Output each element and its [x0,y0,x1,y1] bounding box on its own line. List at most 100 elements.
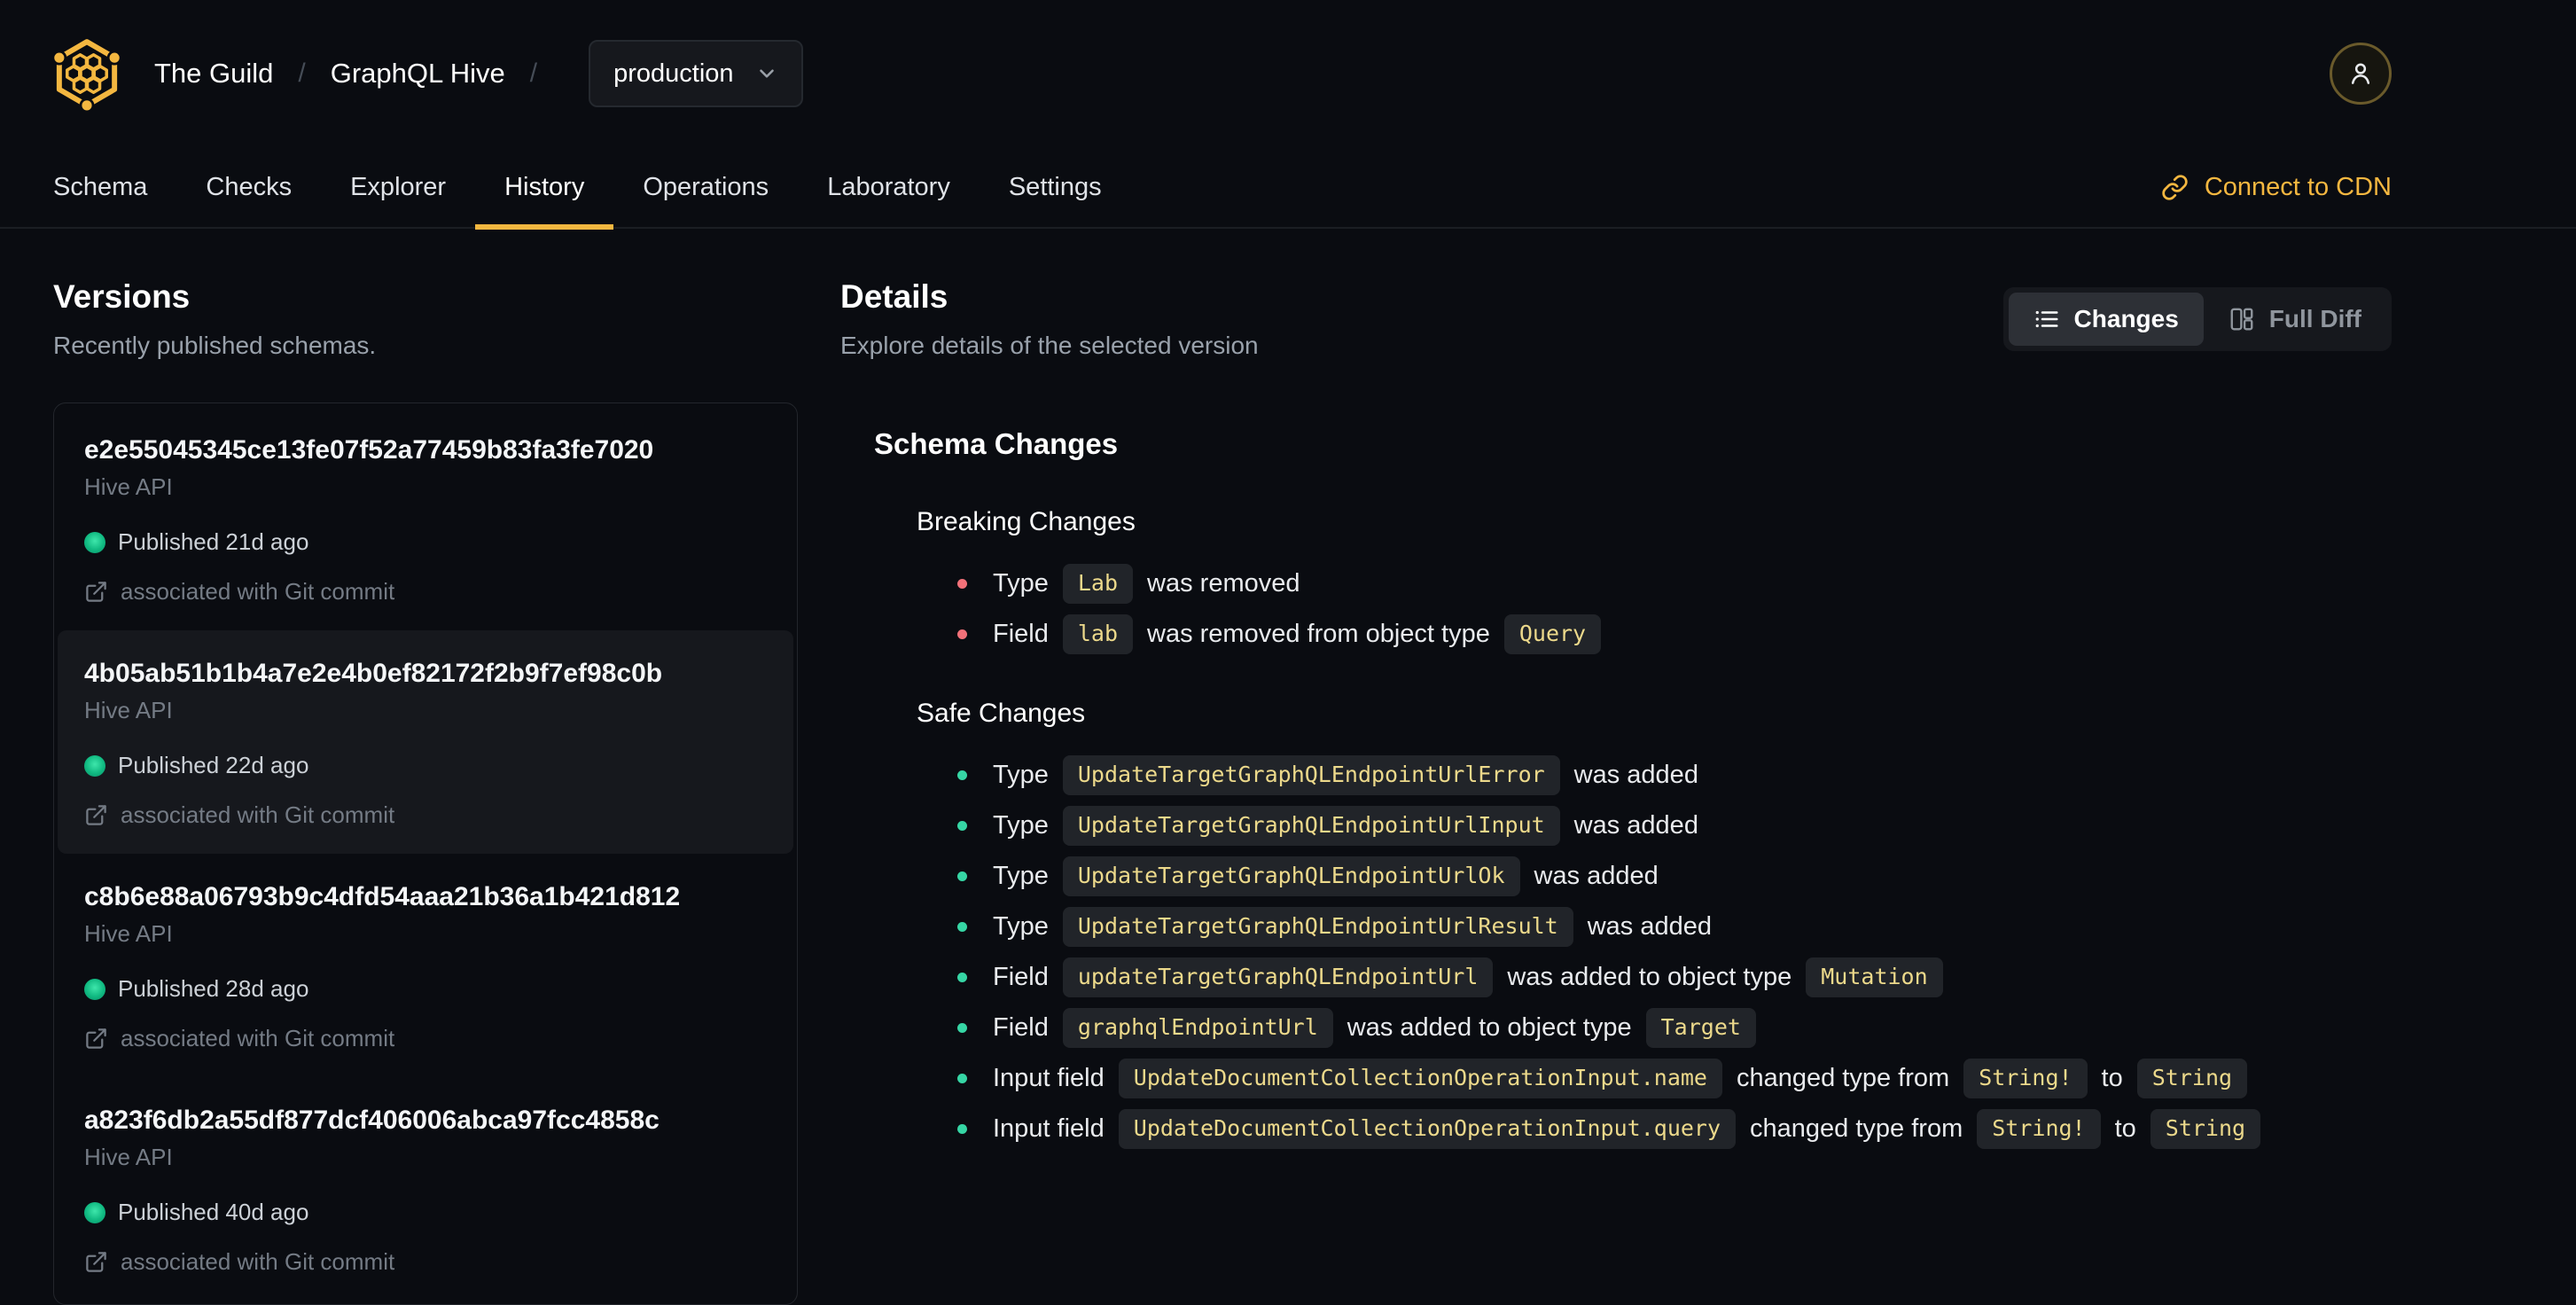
target-select[interactable]: production [589,40,803,107]
changes-view-button[interactable]: Changes [2008,293,2204,346]
version-service-name: Hive API [84,1144,173,1170]
details-title: Details [840,278,948,315]
code-chip: updateTargetGraphQLEndpointUrl [1062,957,1494,997]
versions-title: Versions [53,278,191,315]
hive-logo-icon[interactable] [50,36,124,111]
change-section-title: Safe Changes [917,699,1086,728]
schema-changes-section: Schema Changes Breaking Changes Type Lab wa… [840,427,2392,1154]
published-dot-icon [84,978,105,1000]
git-commit-text: associated with Git commit [121,1248,395,1275]
code-chip: UpdateTargetGraphQLEndpointUrlInput [1062,806,1560,846]
code-chip: graphqlEndpointUrl [1062,1008,1333,1048]
breadcrumb-separator: / [529,59,538,88]
user-avatar[interactable] [2330,43,2392,105]
code-chip: UpdateTargetGraphQLEndpointUrlOk [1062,856,1520,896]
change-text: Type [993,862,1049,890]
full-diff-view-label: Full Diff [2268,305,2361,332]
version-published-status: Published 40d ago [84,1199,767,1226]
chevron-down-icon [759,69,774,78]
change-bullet-icon [957,629,967,639]
breadcrumb-project[interactable]: GraphQL Hive [331,58,505,90]
list-icon [2035,310,2058,328]
version-service-name: Hive API [84,473,173,500]
change-bullet-icon [957,973,967,982]
change-section: Breaking Changes Type Lab was removed Field l… [874,507,2392,660]
details-header: Details Explore details of the selected … [840,278,2392,360]
tab-operations[interactable]: Operations [613,146,798,228]
version-published-status: Published 28d ago [84,975,767,1003]
version-hash: 4b05ab51b1b4a7e2e4b0ef82172f2b9f7ef98c0b [84,659,663,688]
top-bar: The Guild / GraphQL Hive / production [0,0,2576,147]
git-commit-link[interactable]: associated with Git commit [84,1025,767,1052]
code-chip: UpdateTargetGraphQLEndpointUrlResult [1062,907,1573,947]
version-list-item[interactable]: a823f6db2a55df877dcf406006abca97fcc4858c… [58,1077,793,1301]
version-published-status: Published 21d ago [84,528,767,556]
schema-change-item: Type UpdateTargetGraphQLEndpointUrlError w… [957,750,2392,801]
versions-panel: Versions Recently published schemas. e2e… [53,278,798,1305]
version-list-item[interactable]: 4b05ab51b1b4a7e2e4b0ef82172f2b9f7ef98c0b… [58,630,793,854]
code-chip: UpdateDocumentCollectionOperationInput.q… [1118,1109,1737,1149]
schema-change-item: Field updateTargetGraphQLEndpointUrl was a… [957,952,2392,1003]
schema-change-item: Field graphqlEndpointUrl was added to obje… [957,1003,2392,1053]
full-diff-view-button[interactable]: Full Diff [2204,293,2386,346]
change-bullet-icon [957,579,967,589]
schema-change-item: Type UpdateTargetGraphQLEndpointUrlOk was … [957,851,2392,902]
git-commit-link[interactable]: associated with Git commit [84,1248,767,1276]
git-commit-link[interactable]: associated with Git commit [84,578,767,606]
git-commit-text: associated with Git commit [121,578,395,605]
versions-list: e2e55045345ce13fe07f52a77459b83fa3fe7020… [53,402,798,1305]
breadcrumb: The Guild / GraphQL Hive / [154,58,562,90]
code-chip: String! [1977,1109,2101,1149]
details-subtitle: Explore details of the selected version [840,332,1259,359]
version-hash: e2e55045345ce13fe07f52a77459b83fa3fe7020 [84,435,654,465]
schema-change-item: Type UpdateTargetGraphQLEndpointUrlInput w… [957,801,2392,851]
version-list-item[interactable]: e2e55045345ce13fe07f52a77459b83fa3fe7020… [58,407,793,630]
change-text: to [2114,1114,2136,1143]
change-text: Input field [993,1064,1105,1092]
external-link-icon [86,1028,106,1049]
version-list-item[interactable]: c8b6e88a06793b9c4dfd54aaa21b36a1b421d812… [58,854,793,1077]
change-text: Type [993,811,1049,840]
tab-history[interactable]: History [475,146,614,230]
code-chip: UpdateTargetGraphQLEndpointUrlError [1062,755,1560,795]
change-section-title: Breaking Changes [917,507,1136,536]
schema-change-item: Field lab was removed from object type Quer… [957,609,2392,660]
git-commit-text: associated with Git commit [121,801,395,828]
tab-laboratory[interactable]: Laboratory [798,146,980,228]
published-dot-icon [84,754,105,777]
versions-subtitle: Recently published schemas. [53,332,377,359]
change-text: was added [1573,811,1698,840]
version-service-name: Hive API [84,920,173,947]
target-navbar: Schema Checks Explorer History Operations Lab… [0,146,2576,230]
connect-to-cdn-button[interactable]: Connect to CDN [2161,173,2392,202]
breadcrumb-separator: / [298,59,306,88]
tab-checks[interactable]: Checks [176,146,321,228]
schema-change-item: Type UpdateTargetGraphQLEndpointUrlResult… [957,902,2392,952]
change-text: Input field [993,1114,1105,1143]
external-link-icon [86,1252,106,1272]
external-link-icon [86,805,106,825]
tab-settings[interactable]: Settings [980,146,1131,228]
change-bullet-icon [957,1074,967,1083]
change-text: Type [993,912,1049,941]
change-bullet-icon [957,871,967,881]
breadcrumb-org[interactable]: The Guild [154,58,273,90]
change-text: Field [993,963,1049,991]
changes-view-label: Changes [2073,305,2179,332]
tab-explorer[interactable]: Explorer [321,146,475,228]
connect-to-cdn-label: Connect to CDN [2204,172,2392,201]
published-dot-icon [84,1201,105,1223]
tab-schema[interactable]: Schema [24,146,176,228]
change-text: was removed [1147,569,1300,598]
details-header-text: Details Explore details of the selected … [840,278,1259,360]
schema-change-item: Input field UpdateDocumentCollectionOpera… [957,1053,2392,1104]
code-chip: String! [1963,1059,2088,1098]
code-chip: Query [1503,614,1602,654]
published-dot-icon [84,531,105,553]
change-text: was added to object type [1507,963,1792,991]
target-select-value: production [613,59,734,88]
change-bullet-icon [957,821,967,831]
git-commit-link[interactable]: associated with Git commit [84,801,767,829]
columns-icon [2230,308,2253,331]
version-hash: a823f6db2a55df877dcf406006abca97fcc4858c [84,1106,660,1135]
